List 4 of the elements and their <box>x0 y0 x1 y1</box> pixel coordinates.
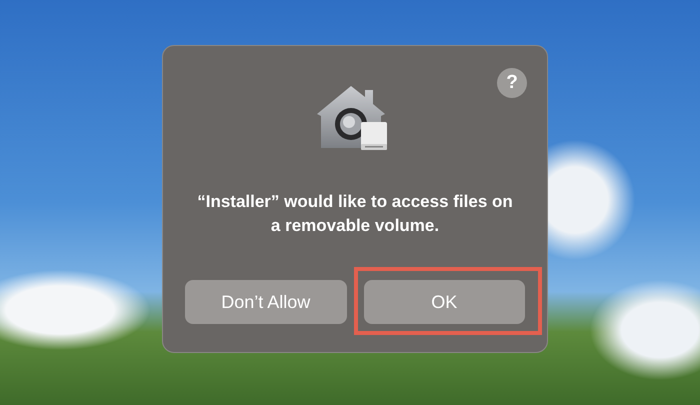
help-button[interactable]: ? <box>497 68 527 98</box>
dialog-button[interactable]: OK <box>364 280 525 324</box>
dialog-button[interactable]: Don’t Allow <box>185 280 346 324</box>
dialog-message: “Installer” would like to access files on a removable volume. <box>196 191 514 237</box>
